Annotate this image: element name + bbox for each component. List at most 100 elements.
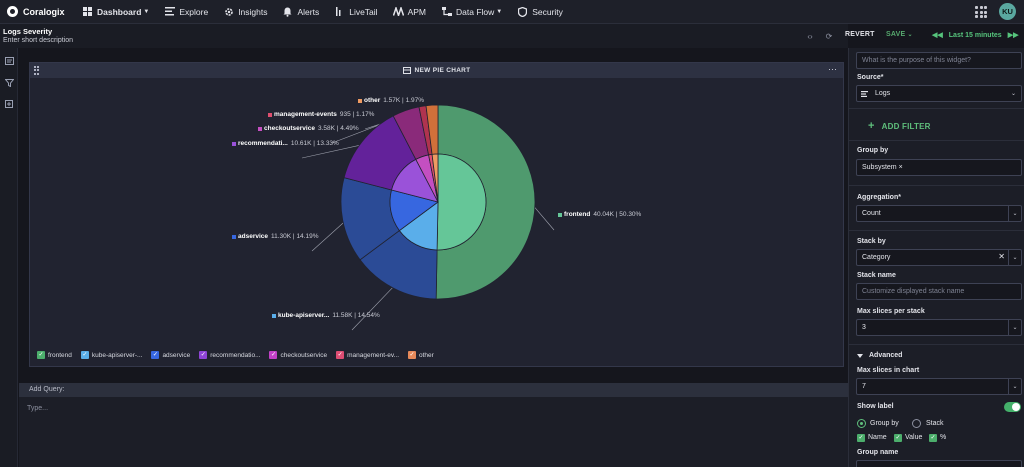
nav-apm[interactable]: APM: [392, 6, 426, 17]
group-name-input[interactable]: [856, 460, 1022, 467]
slice-label-percent: 50.30%: [619, 211, 642, 218]
divider: [849, 185, 1024, 186]
aggregation-label: Aggregation*: [857, 194, 901, 201]
checkbox-value-label: Value: [905, 434, 923, 441]
apps-grid-icon[interactable]: [975, 6, 987, 18]
radio-group-by[interactable]: [857, 419, 866, 428]
legend-item-recommendation[interactable]: ✓ recommendatio...: [199, 351, 260, 359]
checkbox-percent[interactable]: ✓: [929, 434, 937, 442]
slice-label-name: management-events: [274, 111, 337, 118]
code-icon[interactable]: ‹›: [805, 31, 815, 41]
max-slices-chart-value: 7: [862, 383, 866, 390]
chevron-down-icon[interactable]: ⌄: [1008, 250, 1021, 265]
checkbox-value[interactable]: ✓: [894, 434, 902, 442]
widget-description[interactable]: Enter short description: [3, 37, 73, 44]
purpose-input[interactable]: What is the purpose of this widget?: [856, 52, 1022, 69]
slice-label-frontend: frontend 40.04K | 50.30%: [558, 211, 641, 218]
bell-icon: [282, 6, 293, 17]
time-range-picker[interactable]: ◀◀ Last 15 minutes ▶▶: [932, 31, 1019, 40]
legend-label: checkoutservice: [280, 351, 328, 359]
slice-label-other: other 1.57K | 1.97%: [358, 97, 424, 104]
slice-swatch: [558, 212, 562, 217]
show-label-toggle[interactable]: [1004, 402, 1021, 412]
nav-data-flow[interactable]: Data Flow ▼: [441, 6, 502, 17]
legend-item-adservice[interactable]: ✓ adservice: [151, 351, 190, 359]
legend-label: recommendatio...: [210, 351, 261, 359]
slice-label-value: 3.58K: [317, 125, 335, 132]
clear-icon[interactable]: ✕: [998, 252, 1005, 261]
legend-item-checkoutservice[interactable]: ✓ checkoutservice: [269, 351, 327, 359]
add-icon[interactable]: [4, 99, 14, 109]
rewind-icon[interactable]: ◀◀: [932, 31, 943, 39]
avatar[interactable]: KU: [999, 3, 1016, 20]
legend-item-management-events[interactable]: ✓ management-ev...: [336, 351, 399, 359]
radio-stack-label: Stack: [926, 420, 944, 427]
nav-explore[interactable]: Explore: [164, 6, 208, 17]
chevron-down-icon: ⌄: [907, 32, 913, 38]
slice-label-value: 1.57K: [383, 97, 401, 104]
group-by-label: Group by: [857, 147, 889, 154]
advanced-toggle[interactable]: Advanced: [857, 352, 902, 359]
chevron-down-icon: ▼: [143, 8, 150, 15]
refresh-icon[interactable]: ⟳: [824, 31, 834, 41]
chevron-down-icon[interactable]: ⌄: [1008, 379, 1021, 394]
check-icon: ✓: [269, 351, 278, 359]
drag-handle-icon[interactable]: [34, 66, 39, 75]
legend-item-kube-apiserver[interactable]: ✓ kube-apiserver-...: [80, 351, 142, 359]
legend-item-other[interactable]: ✓ other: [408, 351, 434, 359]
legend-label: other: [419, 351, 434, 359]
chart-legend: ✓ frontend ✓ kube-apiserver-... ✓ adservice…: [37, 351, 434, 359]
aggregation-value: Count: [862, 210, 881, 217]
slice-swatch: [258, 126, 262, 131]
divider: [849, 230, 1024, 231]
legend-label: adservice: [162, 351, 191, 359]
forward-icon[interactable]: ▶▶: [1008, 31, 1019, 39]
revert-button[interactable]: REVERT: [845, 31, 875, 38]
query-input[interactable]: Type...: [27, 405, 48, 412]
widget-bar[interactable]: NEW PIE CHART ⋯: [30, 63, 843, 78]
slice-label-adservice: adservice 11.30K | 14.19%: [232, 233, 318, 240]
widgets-icon[interactable]: [4, 56, 14, 66]
check-icon: ✓: [80, 351, 89, 359]
add-filter-label: ADD FILTER: [881, 121, 931, 131]
list-icon: [164, 6, 175, 17]
max-slices-stack-select[interactable]: 3 ⌄: [856, 319, 1022, 336]
check-icon: ✓: [336, 351, 345, 359]
slice-label-kube-apiserver: kube-apiserver... 11.58K | 14.54%: [272, 312, 380, 319]
stack-by-select[interactable]: Category ✕ ⌄: [856, 249, 1022, 266]
aggregation-select[interactable]: Count ⌄: [856, 205, 1022, 222]
save-label: SAVE: [886, 31, 906, 38]
max-slices-chart-select[interactable]: 7 ⌄: [856, 378, 1022, 395]
slice-label-checkoutservice: checkoutservice 3.58K | 4.49%: [258, 125, 359, 132]
nav-alerts[interactable]: Alerts: [282, 6, 319, 17]
stack-name-input[interactable]: Customize displayed stack name: [856, 283, 1022, 300]
slice-swatch: [268, 112, 272, 117]
slice-label-name: recommendati...: [238, 140, 288, 147]
nav-insights[interactable]: Insights: [223, 6, 267, 17]
save-button[interactable]: SAVE ⌄: [886, 31, 913, 38]
group-by-select[interactable]: Subsystem ×: [856, 159, 1022, 176]
nav-alerts-label: Alerts: [297, 6, 320, 17]
brand[interactable]: Coralogix: [0, 6, 82, 17]
slice-label-value: 11.30K: [271, 233, 292, 240]
checkbox-name[interactable]: ✓: [857, 434, 865, 442]
pie-chart-widget[interactable]: NEW PIE CHART ⋯ frontend 40.04K | 50.30% …: [29, 62, 844, 367]
nav-security[interactable]: Security: [517, 6, 563, 17]
more-icon[interactable]: ⋯: [828, 64, 837, 75]
filter-icon[interactable]: [4, 78, 14, 88]
radio-stack[interactable]: [912, 419, 921, 428]
slice-label-percent: 14.54%: [357, 312, 380, 319]
query-editor[interactable]: [19, 397, 848, 467]
widget-title[interactable]: Logs Severity: [3, 27, 52, 36]
nav-livetail[interactable]: LiveTail: [334, 6, 378, 17]
legend-label: frontend: [48, 351, 72, 359]
slice-swatch: [358, 98, 362, 103]
stack-name-label: Stack name: [857, 272, 896, 279]
add-filter-button[interactable]: + ADD FILTER: [868, 120, 931, 132]
flow-icon: [441, 6, 452, 17]
nav-dashboard[interactable]: Dashboard ▼: [82, 6, 149, 17]
chevron-down-icon[interactable]: ⌄: [1008, 320, 1021, 335]
source-select[interactable]: Logs ⌄: [856, 85, 1022, 102]
chevron-down-icon[interactable]: ⌄: [1008, 206, 1021, 221]
legend-item-frontend[interactable]: ✓ frontend: [37, 351, 72, 359]
